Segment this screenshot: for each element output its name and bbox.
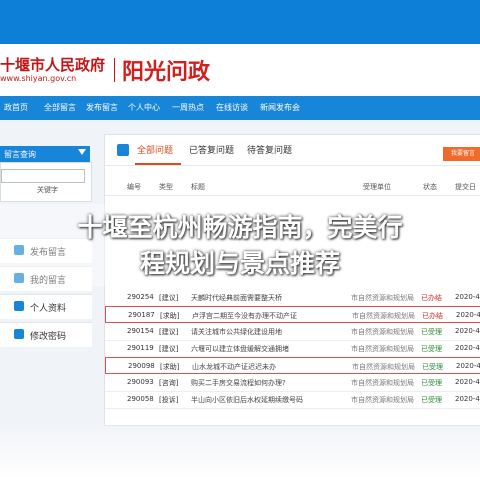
table-row[interactable]: 290093 [咨询] 购买二手房交易流程如何办理? 市自然资源和规划局 已受理 2020…	[105, 374, 480, 392]
nav-item-post-message[interactable]: 发布留言	[86, 96, 118, 120]
cell-type: [求助]	[160, 312, 180, 320]
site-url: www.shiyan.gov.cn	[0, 74, 77, 83]
cell-date: 2020-4-2	[456, 362, 480, 370]
table-row[interactable]: 290119 [建议] 六堰可以建立体盘缓解交通拥堵 市自然资源和规划局 已受理 2020…	[105, 340, 480, 358]
brand-divider	[114, 58, 115, 82]
column-header-id: 编号	[127, 183, 141, 191]
sidebar-search-header[interactable]: 留言查询	[0, 146, 90, 162]
cell-title[interactable]: 六堰可以建立体盘缓解交通拥堵	[191, 344, 289, 354]
bottom-fade	[0, 420, 480, 480]
site-header: 十堰市人民政府 www.shiyan.gov.cn 阳光问政	[0, 44, 480, 96]
nav-item-all-messages[interactable]: 全部留言	[44, 96, 76, 120]
cell-type: [求助]	[160, 363, 180, 371]
lock-icon	[14, 329, 24, 339]
cell-title[interactable]: 购买二手房交易流程如何办理?	[191, 378, 286, 388]
cell-dept: 市自然资源和规划局	[351, 379, 414, 387]
cell-date: 2020-4-2	[455, 344, 480, 352]
cell-status: 已受理	[421, 328, 442, 336]
cell-status: 已受理	[421, 379, 442, 387]
brand-title: 阳光问政	[122, 60, 211, 85]
cell-id: 290254	[127, 293, 154, 301]
sidebar-item-label: 个人资料	[30, 304, 67, 314]
tab-bar: 全部问题 已答复问题 待答复问题 我要留言	[105, 135, 480, 166]
cell-date: 2020-4-2	[455, 395, 480, 403]
user-icon	[14, 301, 24, 311]
cell-id: 290154	[127, 327, 154, 335]
cell-type: [建议]	[159, 328, 179, 336]
headline-line-2: 程规划与景点推荐	[139, 249, 340, 278]
cell-type: [建议]	[159, 345, 179, 353]
cell-dept: 市自然资源和规划局	[351, 396, 414, 404]
cell-title[interactable]: 请关注城市公共绿化建设用地	[191, 327, 282, 337]
table-row[interactable]: 290058 [投诉] 半山向小区依旧后水权延期续缴号码 市自然资源和规划局 已受理 20…	[105, 391, 480, 409]
sidebar-item-profile[interactable]: 个人资料	[0, 294, 92, 319]
nav-item-user-center[interactable]: 个人中心	[128, 96, 160, 120]
cell-date: 2020-4-2	[456, 311, 480, 319]
cell-dept: 市自然资源和规划局	[352, 363, 415, 371]
table-row[interactable]: 290254 [建议] 天麟时代经典前面需要整天桥 市自然资源和规划局 已办结 2020-…	[105, 289, 480, 307]
chevron-down-icon	[78, 149, 86, 155]
sidebar-item-change-password[interactable]: 修改密码	[0, 322, 92, 347]
tab-all-questions[interactable]: 全部问题	[137, 143, 173, 156]
cell-dept: 市自然资源和规划局	[351, 328, 414, 336]
cell-dept: 市自然资源和规划局	[352, 312, 415, 320]
cell-date: 2020-4-2	[455, 378, 480, 386]
column-header-date: 提交日	[455, 183, 476, 191]
cell-title[interactable]: 半山向小区依旧后水权延期续缴号码	[191, 395, 303, 405]
cell-type: [投诉]	[159, 396, 179, 404]
column-header-title: 标题	[191, 183, 205, 191]
cell-dept: 市自然资源和规划局	[351, 294, 414, 302]
search-input[interactable]	[1, 169, 85, 183]
cell-title[interactable]: 卢浮宫二期至今没有办理不动产证	[192, 311, 297, 321]
nav-item-home[interactable]: 政首页	[4, 96, 28, 120]
column-header-dept: 受理单位	[363, 183, 391, 191]
sidebar-item-label: 修改密码	[30, 332, 67, 342]
cell-id: 290098	[128, 362, 155, 370]
tab-answered-questions[interactable]: 已答复问题	[189, 143, 234, 156]
table-header: 编号 类型 标题 受理单位 状态 提交日	[105, 179, 480, 196]
cell-title[interactable]: 天麟时代经典前面需要整天桥	[191, 293, 282, 303]
cell-id: 290119	[127, 344, 154, 352]
cell-status: 已受理	[421, 345, 442, 353]
site-logo[interactable]: 十堰市人民政府 www.shiyan.gov.cn	[0, 54, 105, 86]
cell-date: 2020-4-2	[455, 327, 480, 335]
cell-status: 已办结	[422, 312, 443, 320]
active-tab-indicator	[135, 163, 181, 165]
cell-title[interactable]: 山水龙城不动产证迟迟未办	[192, 362, 276, 372]
main-nav: 政首页 全部留言 发布留言 个人中心 一周热点 在线访谈 新闻发布会	[0, 96, 480, 120]
column-header-status: 状态	[423, 183, 437, 191]
list-icon	[117, 144, 129, 156]
site-name: 十堰市人民政府	[0, 56, 106, 74]
tab-pending-questions[interactable]: 待答复问题	[247, 143, 292, 156]
post-message-button[interactable]: 我要留言	[443, 147, 480, 161]
column-header-type: 类型	[159, 183, 173, 191]
cell-id: 290058	[127, 395, 154, 403]
cell-status: 已受理	[422, 363, 443, 371]
cell-status: 已受理	[421, 396, 442, 404]
top-banner-strip	[0, 0, 480, 44]
table-row[interactable]: 290154 [建议] 请关注城市公共绿化建设用地 市自然资源和规划局 已受理 2020-…	[105, 323, 480, 341]
nav-item-weekly-hot[interactable]: 一周热点	[172, 96, 204, 120]
cell-id: 290187	[128, 311, 155, 319]
cell-id: 290093	[127, 378, 154, 386]
sidebar-search-box: 关键字	[0, 162, 92, 202]
nav-item-press-conference[interactable]: 新闻发布会	[260, 96, 300, 120]
keyword-checkbox-label[interactable]: 关键字	[37, 185, 58, 195]
cell-type: [建议]	[159, 294, 179, 302]
table-row[interactable]: 290187 [求助] 卢浮宫二期至今没有办理不动产证 市自然资源和规划局 已办结 202…	[105, 306, 480, 323]
nav-item-online-interview[interactable]: 在线访谈	[216, 96, 248, 120]
sidebar-search-title: 留言查询	[4, 150, 36, 159]
table-row[interactable]: 290098 [求助] 山水龙城不动产证迟迟未办 市自然资源和规划局 已受理 2020-4…	[105, 357, 480, 374]
headline-line-1: 十堰至杭州畅游指南，完美行	[77, 213, 403, 242]
cell-dept: 市自然资源和规划局	[351, 345, 414, 353]
cell-date: 2020-4-2	[455, 293, 480, 301]
cell-status: 已办结	[421, 294, 442, 302]
cell-type: [咨询]	[159, 379, 179, 387]
